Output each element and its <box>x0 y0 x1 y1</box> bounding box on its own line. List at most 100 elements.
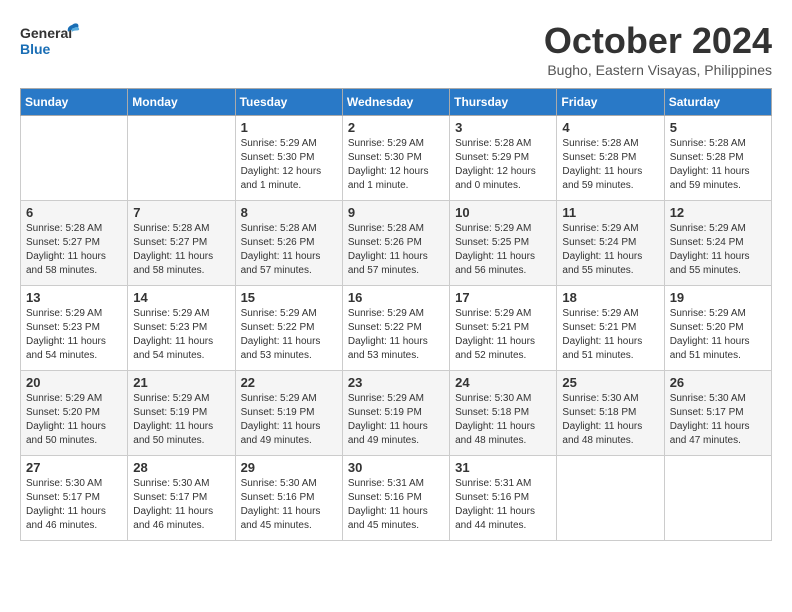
calendar-cell: 20 Sunrise: 5:29 AMSunset: 5:20 PMDayligh… <box>21 371 128 456</box>
day-info: Sunrise: 5:28 AMSunset: 5:27 PMDaylight:… <box>133 222 229 278</box>
day-info: Sunrise: 5:29 AMSunset: 5:23 PMDaylight:… <box>26 307 122 363</box>
calendar-cell: 8Sunrise: 5:28 AMSunset: 5:26 PMDaylight… <box>235 201 342 286</box>
calendar-cell: 10Sunrise: 5:29 AMSunset: 5:25 PMDayligh… <box>450 201 557 286</box>
calendar-cell: 24 Sunrise: 5:30 AMSunset: 5:18 PMDayligh… <box>450 371 557 456</box>
calendar-week-2: 6 Sunrise: 5:28 AMSunset: 5:27 PMDaylight… <box>21 201 772 286</box>
day-info: Sunrise: 5:29 AMSunset: 5:22 PMDaylight:… <box>348 307 444 363</box>
calendar-week-3: 13 Sunrise: 5:29 AMSunset: 5:23 PMDayligh… <box>21 286 772 371</box>
calendar-cell: 5 Sunrise: 5:28 AMSunset: 5:28 PMDaylight… <box>664 116 771 201</box>
calendar-cell: 27 Sunrise: 5:30 AMSunset: 5:17 PMDayligh… <box>21 456 128 541</box>
day-number: 13 <box>26 290 122 305</box>
calendar-cell: 16Sunrise: 5:29 AMSunset: 5:22 PMDayligh… <box>342 286 449 371</box>
calendar-table: SundayMondayTuesdayWednesdayThursdayFrid… <box>20 88 772 541</box>
svg-text:General: General <box>20 25 72 41</box>
day-info: Sunrise: 5:29 AMSunset: 5:19 PMDaylight:… <box>241 392 337 448</box>
svg-text:Blue: Blue <box>20 41 51 57</box>
day-info: Sunrise: 5:28 AMSunset: 5:28 PMDaylight:… <box>670 137 766 193</box>
day-info: Sunrise: 5:30 AMSunset: 5:16 PMDaylight:… <box>241 477 337 533</box>
weekday-header-row: SundayMondayTuesdayWednesdayThursdayFrid… <box>21 89 772 116</box>
calendar-cell: 30 Sunrise: 5:31 AMSunset: 5:16 PMDayligh… <box>342 456 449 541</box>
calendar-cell: 11Sunrise: 5:29 AMSunset: 5:24 PMDayligh… <box>557 201 664 286</box>
day-number: 2 <box>348 120 444 135</box>
calendar-cell: 14 Sunrise: 5:29 AMSunset: 5:23 PMDayligh… <box>128 286 235 371</box>
day-info: Sunrise: 5:29 AMSunset: 5:30 PMDaylight:… <box>241 137 337 193</box>
day-info: Sunrise: 5:29 AMSunset: 5:19 PMDaylight:… <box>133 392 229 448</box>
calendar-cell: 29 Sunrise: 5:30 AMSunset: 5:16 PMDayligh… <box>235 456 342 541</box>
day-info: Sunrise: 5:29 AMSunset: 5:20 PMDaylight:… <box>26 392 122 448</box>
day-info: Sunrise: 5:29 AMSunset: 5:20 PMDaylight:… <box>670 307 766 363</box>
day-number: 27 <box>26 460 122 475</box>
calendar-cell: 4Sunrise: 5:28 AMSunset: 5:28 PMDaylight… <box>557 116 664 201</box>
calendar-cell <box>21 116 128 201</box>
calendar-cell: 13 Sunrise: 5:29 AMSunset: 5:23 PMDayligh… <box>21 286 128 371</box>
calendar-week-1: 1 Sunrise: 5:29 AMSunset: 5:30 PMDaylight… <box>21 116 772 201</box>
day-number: 31 <box>455 460 551 475</box>
calendar-cell <box>128 116 235 201</box>
calendar-cell: 21 Sunrise: 5:29 AMSunset: 5:19 PMDayligh… <box>128 371 235 456</box>
calendar-cell: 23Sunrise: 5:29 AMSunset: 5:19 PMDayligh… <box>342 371 449 456</box>
day-number: 30 <box>348 460 444 475</box>
calendar-cell: 17Sunrise: 5:29 AMSunset: 5:21 PMDayligh… <box>450 286 557 371</box>
calendar-cell: 12Sunrise: 5:29 AMSunset: 5:24 PMDayligh… <box>664 201 771 286</box>
calendar-week-4: 20 Sunrise: 5:29 AMSunset: 5:20 PMDayligh… <box>21 371 772 456</box>
day-number: 3 <box>455 120 551 135</box>
weekday-header-thursday: Thursday <box>450 89 557 116</box>
calendar-cell <box>557 456 664 541</box>
day-number: 23 <box>348 375 444 390</box>
calendar-cell: 18 Sunrise: 5:29 AMSunset: 5:21 PMDayligh… <box>557 286 664 371</box>
calendar-cell: 15 Sunrise: 5:29 AMSunset: 5:22 PMDayligh… <box>235 286 342 371</box>
day-number: 7 <box>133 205 229 220</box>
day-number: 4 <box>562 120 658 135</box>
weekday-header-tuesday: Tuesday <box>235 89 342 116</box>
month-title: October 2024 <box>544 20 772 62</box>
calendar-cell: 7 Sunrise: 5:28 AMSunset: 5:27 PMDaylight… <box>128 201 235 286</box>
day-info: Sunrise: 5:28 AMSunset: 5:27 PMDaylight:… <box>26 222 122 278</box>
day-info: Sunrise: 5:28 AMSunset: 5:26 PMDaylight:… <box>348 222 444 278</box>
day-number: 21 <box>133 375 229 390</box>
day-info: Sunrise: 5:29 AMSunset: 5:21 PMDaylight:… <box>562 307 658 363</box>
calendar-cell: 2 Sunrise: 5:29 AMSunset: 5:30 PMDaylight… <box>342 116 449 201</box>
day-number: 1 <box>241 120 337 135</box>
day-info: Sunrise: 5:30 AMSunset: 5:17 PMDaylight:… <box>670 392 766 448</box>
day-info: Sunrise: 5:30 AMSunset: 5:17 PMDaylight:… <box>26 477 122 533</box>
day-number: 10 <box>455 205 551 220</box>
logo-icon: General Blue <box>20 20 80 65</box>
day-info: Sunrise: 5:30 AMSunset: 5:17 PMDaylight:… <box>133 477 229 533</box>
weekday-header-sunday: Sunday <box>21 89 128 116</box>
day-info: Sunrise: 5:29 AMSunset: 5:23 PMDaylight:… <box>133 307 229 363</box>
day-number: 26 <box>670 375 766 390</box>
day-number: 15 <box>241 290 337 305</box>
day-info: Sunrise: 5:30 AMSunset: 5:18 PMDaylight:… <box>455 392 551 448</box>
day-number: 5 <box>670 120 766 135</box>
day-number: 18 <box>562 290 658 305</box>
weekday-header-friday: Friday <box>557 89 664 116</box>
day-number: 12 <box>670 205 766 220</box>
calendar-cell: 22 Sunrise: 5:29 AMSunset: 5:19 PMDayligh… <box>235 371 342 456</box>
day-info: Sunrise: 5:30 AMSunset: 5:18 PMDaylight:… <box>562 392 658 448</box>
day-number: 22 <box>241 375 337 390</box>
day-number: 20 <box>26 375 122 390</box>
calendar-cell: 31 Sunrise: 5:31 AMSunset: 5:16 PMDayligh… <box>450 456 557 541</box>
weekday-header-wednesday: Wednesday <box>342 89 449 116</box>
day-number: 14 <box>133 290 229 305</box>
day-info: Sunrise: 5:29 AMSunset: 5:22 PMDaylight:… <box>241 307 337 363</box>
day-info: Sunrise: 5:31 AMSunset: 5:16 PMDaylight:… <box>455 477 551 533</box>
day-number: 28 <box>133 460 229 475</box>
day-info: Sunrise: 5:29 AMSunset: 5:30 PMDaylight:… <box>348 137 444 193</box>
weekday-header-saturday: Saturday <box>664 89 771 116</box>
calendar-week-5: 27 Sunrise: 5:30 AMSunset: 5:17 PMDayligh… <box>21 456 772 541</box>
calendar-body: 1 Sunrise: 5:29 AMSunset: 5:30 PMDaylight… <box>21 116 772 541</box>
page-header: General Blue October 2024 Bugho, Eastern… <box>20 20 772 78</box>
day-info: Sunrise: 5:31 AMSunset: 5:16 PMDaylight:… <box>348 477 444 533</box>
day-number: 8 <box>241 205 337 220</box>
calendar-cell: 28 Sunrise: 5:30 AMSunset: 5:17 PMDayligh… <box>128 456 235 541</box>
logo: General Blue <box>20 20 80 70</box>
calendar-cell <box>664 456 771 541</box>
day-number: 19 <box>670 290 766 305</box>
day-number: 9 <box>348 205 444 220</box>
day-number: 6 <box>26 205 122 220</box>
day-number: 11 <box>562 205 658 220</box>
day-number: 24 <box>455 375 551 390</box>
day-number: 29 <box>241 460 337 475</box>
title-section: October 2024 Bugho, Eastern Visayas, Phi… <box>544 20 772 78</box>
